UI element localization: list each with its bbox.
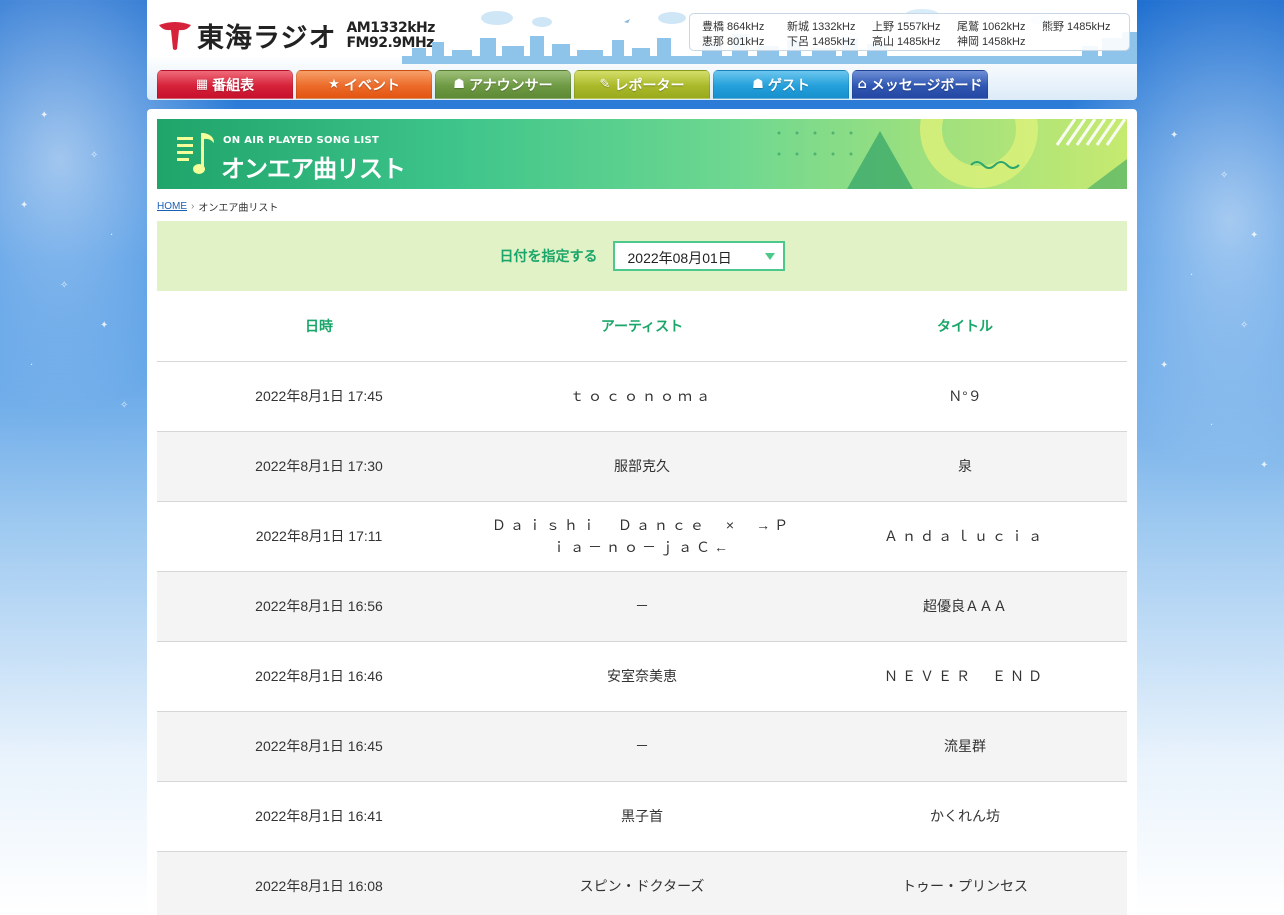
site-header: 東海ラジオ AM1332kHz FM92.9MHz 豊橋 864kHz 新城 1… xyxy=(147,0,1137,100)
nav-tab-label: アナウンサー xyxy=(468,77,553,94)
banner-title: オンエア曲リスト xyxy=(221,155,406,183)
nav-tab-guests[interactable]: ☗ ゲスト xyxy=(713,70,849,99)
music-list-icon xyxy=(177,133,214,174)
banner-decoration xyxy=(777,119,1127,189)
column-header-datetime: 日時 xyxy=(157,291,481,362)
frequency-item: 下呂 1485kHz xyxy=(787,36,856,48)
table-header-row: 日時 アーティスト タイトル xyxy=(157,291,1127,362)
table-row: 2022年8月1日 16:08 スピン・ドクターズ トゥー・プリンセス xyxy=(157,851,1127,915)
cell-artist: Ｄａｉｓｈｉ Ｄａｎｃｅ × →Ｐｉａ－ｎｏ－ｊａＣ← xyxy=(481,501,803,572)
star-icon: ★ xyxy=(328,77,340,92)
frequency-item: 豊橋 864kHz xyxy=(702,21,765,33)
nav-tab-message-board[interactable]: ⌂ メッセージボード xyxy=(852,70,988,99)
cell-title: Ａｎｄａｌｕｃｉａ xyxy=(803,501,1127,572)
nav-tab-events[interactable]: ★ イベント xyxy=(296,70,432,99)
main-content: ON AIR PLAYED SONG LIST オンエア曲リスト HOME › … xyxy=(147,109,1137,915)
breadcrumb-home-link[interactable]: HOME xyxy=(157,201,187,212)
cell-title: 泉 xyxy=(803,431,1127,502)
table-row: 2022年8月1日 16:41 黒子首 かくれん坊 xyxy=(157,781,1127,852)
frequency-item: 神岡 1458kHz xyxy=(957,36,1026,48)
song-list-table: 日時 アーティスト タイトル 2022年8月1日 17:45 ｔｏｃｏｎｏｍａ … xyxy=(157,291,1127,915)
date-filter-label: 日付を指定する xyxy=(499,249,598,265)
date-select[interactable]: 2022年08月01日 xyxy=(612,241,785,271)
nav-tab-schedule[interactable]: ▦ 番組表 xyxy=(157,70,293,99)
cell-artist: 黒子首 xyxy=(481,781,803,852)
table-row: 2022年8月1日 16:46 安室奈美恵 ＮＥＶＥＲ ＥＮＤ xyxy=(157,641,1127,712)
frequency-item: 高山 1485kHz xyxy=(872,36,941,48)
nav-tab-label: レポーター xyxy=(614,77,685,94)
logo-name: 東海ラジオ xyxy=(197,23,337,54)
frequency-item: 上野 1557kHz xyxy=(872,21,941,33)
table-row: 2022年8月1日 16:56 － 超優良ＡＡＡ xyxy=(157,571,1127,642)
table-row: 2022年8月1日 17:11 Ｄａｉｓｈｉ Ｄａｎｃｅ × →Ｐｉａ－ｎｏ－ｊ… xyxy=(157,501,1127,572)
frequency-row-2: 恵那 801kHz 下呂 1485kHz 高山 1485kHz 神岡 1458k… xyxy=(702,33,1129,48)
logo-mark-icon xyxy=(157,21,193,51)
cell-datetime: 2022年8月1日 17:45 xyxy=(157,361,481,432)
frequency-list: 豊橋 864kHz 新城 1332kHz 上野 1557kHz 尾鷲 1062k… xyxy=(689,13,1130,51)
site-logo[interactable]: 東海ラジオ AM1332kHz FM92.9MHz xyxy=(157,16,435,55)
breadcrumb: HOME › オンエア曲リスト xyxy=(157,199,278,214)
cell-artist: ｔｏｃｏｎｏｍａ xyxy=(481,361,803,432)
chevron-right-icon: › xyxy=(191,201,195,212)
cell-datetime: 2022年8月1日 16:46 xyxy=(157,641,481,712)
cell-datetime: 2022年8月1日 16:56 xyxy=(157,571,481,642)
nav-tab-announcers[interactable]: ☗ アナウンサー xyxy=(435,70,571,99)
microphone-icon: ✎ xyxy=(599,77,611,92)
cell-datetime: 2022年8月1日 16:08 xyxy=(157,851,481,915)
table-row: 2022年8月1日 17:30 服部克久 泉 xyxy=(157,431,1127,502)
date-select-value: 2022年08月01日 xyxy=(627,250,732,266)
frequency-item: 熊野 1485kHz xyxy=(1042,21,1111,33)
main-nav: ▦ 番組表 ★ イベント ☗ アナウンサー ✎ レポーター ☗ ゲスト ⌂ メッ… xyxy=(157,70,988,99)
nav-tab-label: 番組表 xyxy=(212,77,255,94)
cell-title: Ｎ°９ xyxy=(803,361,1127,432)
breadcrumb-current: オンエア曲リスト xyxy=(198,203,279,214)
cell-datetime: 2022年8月1日 16:45 xyxy=(157,711,481,782)
nav-tab-label: メッセージボード xyxy=(870,77,983,94)
cell-artist: 安室奈美恵 xyxy=(481,641,803,712)
page-banner: ON AIR PLAYED SONG LIST オンエア曲リスト xyxy=(157,119,1127,189)
column-header-artist: アーティスト xyxy=(481,291,803,362)
banner-subtitle: ON AIR PLAYED SONG LIST xyxy=(223,135,380,146)
nav-tab-label: ゲスト xyxy=(767,77,810,94)
cell-artist: 服部克久 xyxy=(481,431,803,502)
cell-datetime: 2022年8月1日 17:30 xyxy=(157,431,481,502)
nav-tab-label: イベント xyxy=(343,77,400,94)
date-filter: 日付を指定する 2022年08月01日 xyxy=(157,221,1127,291)
mailbox-icon: ⌂ xyxy=(857,77,867,92)
cell-datetime: 2022年8月1日 17:11 xyxy=(157,501,481,572)
cell-title: ＮＥＶＥＲ ＥＮＤ xyxy=(803,641,1127,712)
cell-artist: － xyxy=(481,571,803,642)
column-header-title: タイトル xyxy=(803,291,1127,362)
cell-artist: スピン・ドクターズ xyxy=(481,851,803,915)
table-row: 2022年8月1日 16:45 － 流星群 xyxy=(157,711,1127,782)
caret-down-icon xyxy=(764,253,775,260)
person-icon: ☗ xyxy=(752,77,764,92)
cell-datetime: 2022年8月1日 16:41 xyxy=(157,781,481,852)
cell-artist: － xyxy=(481,711,803,782)
cell-title: 流星群 xyxy=(803,711,1127,782)
frequency-item: 尾鷲 1062kHz xyxy=(957,21,1026,33)
nav-tab-reporters[interactable]: ✎ レポーター xyxy=(574,70,710,99)
frequency-item: 恵那 801kHz xyxy=(702,36,765,48)
cell-title: 超優良ＡＡＡ xyxy=(803,571,1127,642)
cell-title: トゥー・プリンセス xyxy=(803,851,1127,915)
person-icon: ☗ xyxy=(453,77,465,92)
grid-icon: ▦ xyxy=(195,77,209,92)
frequency-row-1: 豊橋 864kHz 新城 1332kHz 上野 1557kHz 尾鷲 1062k… xyxy=(702,18,1129,33)
frequency-item: 新城 1332kHz xyxy=(787,21,856,33)
cell-title: かくれん坊 xyxy=(803,781,1127,852)
table-row: 2022年8月1日 17:45 ｔｏｃｏｎｏｍａ Ｎ°９ xyxy=(157,361,1127,432)
